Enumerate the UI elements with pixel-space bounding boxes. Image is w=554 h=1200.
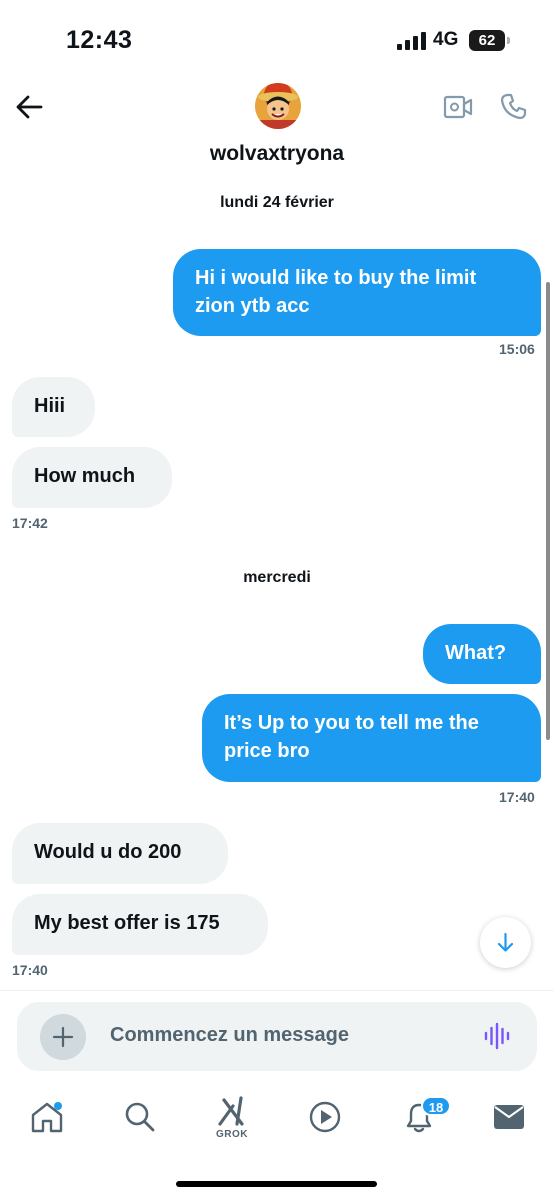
network-type: 4G bbox=[433, 29, 459, 50]
grok-label: GROK bbox=[216, 1129, 248, 1140]
phone-icon[interactable] bbox=[500, 92, 528, 120]
add-media-button[interactable] bbox=[40, 1014, 86, 1060]
message-bubble-incoming[interactable]: Hiii bbox=[12, 377, 95, 437]
avatar-image bbox=[255, 83, 301, 129]
date-separator: mercredi bbox=[243, 569, 311, 586]
home-icon[interactable] bbox=[30, 1100, 64, 1134]
divider bbox=[0, 990, 554, 991]
message-timestamp: 17:42 bbox=[12, 515, 48, 531]
date-separator: lundi 24 février bbox=[220, 194, 334, 211]
video-call-icon[interactable] bbox=[443, 94, 473, 120]
arrow-down-icon bbox=[497, 932, 514, 952]
plus-icon bbox=[52, 1026, 74, 1048]
back-arrow-icon[interactable] bbox=[14, 92, 44, 122]
notifications-badge: 18 bbox=[421, 1096, 451, 1116]
contact-name[interactable]: wolvaxtryona bbox=[0, 142, 554, 166]
status-bar: 12:43 4G 62 bbox=[0, 0, 554, 80]
signal-strength-icon bbox=[397, 32, 426, 50]
scrollbar[interactable] bbox=[546, 282, 550, 740]
message-bubble-incoming[interactable]: My best offer is 175 bbox=[12, 894, 268, 955]
video-icon[interactable] bbox=[307, 1099, 343, 1135]
scroll-to-bottom-button[interactable] bbox=[480, 917, 531, 968]
message-timestamp: 17:40 bbox=[12, 962, 48, 978]
message-bubble-incoming[interactable]: How much bbox=[12, 447, 172, 508]
battery-icon: 62 bbox=[469, 30, 505, 51]
message-bubble-outgoing[interactable]: What? bbox=[423, 624, 541, 684]
contact-avatar[interactable] bbox=[255, 83, 301, 129]
messages-icon[interactable] bbox=[493, 1104, 525, 1130]
message-bubble-outgoing[interactable]: Hi i would like to buy the limit zion yt… bbox=[173, 249, 541, 336]
conversation-header: wolvaxtryona bbox=[0, 80, 554, 180]
message-composer[interactable]: Commencez un message bbox=[17, 1002, 537, 1071]
battery-level: 62 bbox=[478, 32, 496, 49]
message-bubble-outgoing[interactable]: It’s Up to you to tell me the price bro bbox=[202, 694, 541, 782]
search-icon[interactable] bbox=[123, 1100, 157, 1134]
grok-icon[interactable] bbox=[215, 1094, 249, 1128]
voice-message-icon[interactable] bbox=[483, 1022, 511, 1050]
status-time: 12:43 bbox=[66, 26, 133, 54]
message-input[interactable]: Commencez un message bbox=[110, 1024, 349, 1047]
home-indicator bbox=[176, 1181, 377, 1187]
message-timestamp: 15:06 bbox=[499, 341, 535, 357]
message-bubble-incoming[interactable]: Would u do 200 bbox=[12, 823, 228, 884]
message-timestamp: 17:40 bbox=[499, 789, 535, 805]
battery-cap bbox=[507, 37, 510, 44]
